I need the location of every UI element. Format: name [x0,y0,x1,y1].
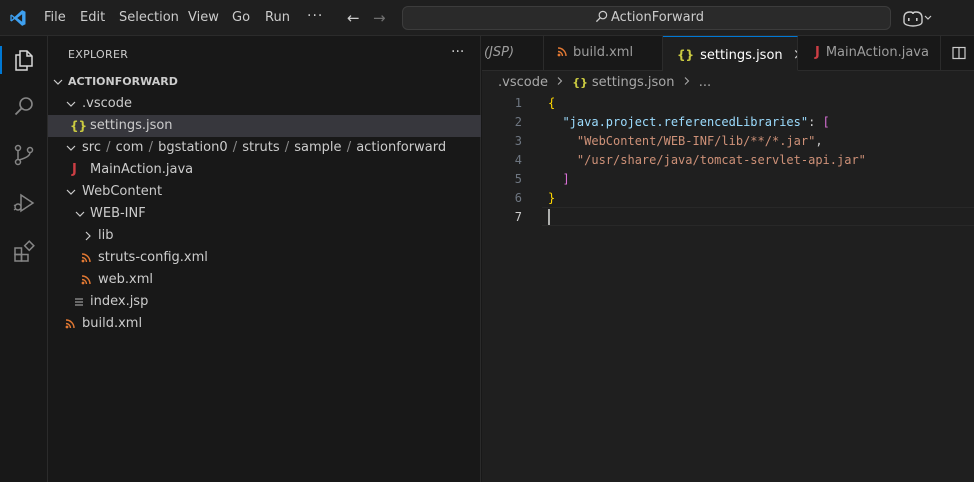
activity-bar [0,36,48,482]
tab-jsp[interactable]: (JSP) [482,36,544,71]
code-line-1: { [548,96,556,110]
xml-icon [81,247,91,269]
menu-run[interactable]: Run [265,10,290,25]
json-icon: {} [70,119,88,133]
explorer-icon[interactable] [12,48,36,72]
tab-label: settings.json [700,48,783,63]
folder-label: WebContent [82,184,163,199]
folder-label: WEB-INF [90,206,146,221]
chevron-right-icon [80,225,96,247]
line-number: 5 [514,172,522,186]
forward-arrow-icon[interactable]: → [373,9,386,27]
menu-selection[interactable]: Selection [119,10,179,25]
tree-root-folder[interactable]: ACTIONFORWARD [48,71,481,93]
menu-view[interactable]: View [188,10,219,25]
json-icon: {} [677,48,695,62]
tab-settings-json[interactable]: {}settings.json × [663,36,798,71]
tree-file-index-jsp[interactable]: index.jsp [48,291,481,313]
breadcrumb-file[interactable]: settings.json [592,75,675,90]
tab-label: (JSP) [484,45,515,60]
split-editor-icon[interactable] [952,46,966,64]
chevron-down-icon [63,181,79,203]
chevron-down-icon [63,137,79,159]
file-label: build.xml [82,316,143,331]
breadcrumb-folder[interactable]: .vscode [498,75,548,90]
line-number: 1 [514,96,522,110]
code-line-3: "WebContent/WEB-INF/lib/**/*.jar", [576,134,823,148]
editor-area[interactable]: .vscode {} settings.json ... 1 2 3 4 5 6 … [482,71,974,482]
tab-label: build.xml [573,45,634,60]
java-icon: J [72,162,77,177]
tab-label: MainAction.java [825,45,929,60]
line-number: 2 [514,115,522,129]
vscode-logo-icon [10,10,26,26]
line-number: 7 [514,210,522,224]
code-line-6: } [548,191,556,205]
menu-go[interactable]: Go [232,10,250,25]
xml-icon [81,269,91,291]
code-line-4: "/usr/share/java/tomcat-servlet-api.jar" [576,153,866,167]
run-debug-icon[interactable] [12,191,36,215]
extensions-icon[interactable] [12,240,36,264]
menu-file[interactable]: File [44,10,66,25]
text-cursor [548,209,550,225]
code-line-5: ] [562,172,570,186]
explorer-more-button[interactable]: ··· [451,44,464,60]
xml-icon [557,47,567,57]
active-indicator [0,46,2,74]
java-icon: J [815,45,820,60]
tree-file-struts-config[interactable]: struts-config.xml [48,247,481,269]
xml-icon [65,313,75,335]
folder-path-label: src / com / bgstation0 / struts / sample… [82,140,447,155]
menu-more-button[interactable]: ··· [307,8,323,24]
line-number: 3 [514,134,522,148]
folder-label: lib [98,228,114,243]
file-label: settings.json [90,118,173,133]
file-label: struts-config.xml [98,250,208,265]
menu-edit[interactable]: Edit [80,10,105,25]
tree-folder-src-path[interactable]: src / com / bgstation0 / struts / sample… [48,137,481,159]
tree-folder-webcontent[interactable]: WebContent [48,181,481,203]
explorer-sidebar: EXPLORER ··· ACTIONFORWARD .vscode {} se… [48,36,481,482]
tree-folder-vscode[interactable]: .vscode [48,93,481,115]
back-arrow-icon[interactable]: ← [347,9,360,27]
tab-build-xml[interactable]: build.xml [544,36,663,71]
file-label: index.jsp [90,294,149,309]
root-folder-label: ACTIONFORWARD [68,75,178,88]
chevron-down-icon [50,71,66,93]
chevron-right-icon [684,77,689,85]
tree-folder-lib[interactable]: lib [48,225,481,247]
search-text: ActionForward [611,10,704,25]
tree-file-web-xml[interactable]: web.xml [48,269,481,291]
tree-folder-webinf[interactable]: WEB-INF [48,203,481,225]
source-control-icon[interactable] [12,143,36,167]
folder-label: .vscode [82,96,132,111]
current-line-highlight [542,207,974,226]
json-icon: {} [572,76,588,89]
tree-file-settings-json[interactable]: {} settings.json [48,115,481,137]
line-number: 4 [514,153,522,167]
tab-mainaction-java[interactable]: J MainAction.java [798,36,941,71]
code-line-2: "java.project.referencedLibraries": [ [562,115,830,129]
chevron-down-icon [72,203,88,225]
breadcrumb-more[interactable]: ... [699,75,711,90]
search-icon[interactable] [12,95,36,119]
chevron-down-icon [63,93,79,115]
file-label: web.xml [98,272,153,287]
tree-file-build-xml[interactable]: build.xml [48,313,481,335]
explorer-title: EXPLORER [68,48,129,61]
breadcrumb: .vscode {} settings.json ... [498,75,711,90]
jsp-file-icon [74,291,84,313]
search-icon [595,10,608,23]
editor-tabs: (JSP) build.xml {}settings.json × JMainA… [482,36,974,71]
title-bar: File Edit Selection View Go Run ··· ← → … [0,0,974,36]
copilot-icon[interactable] [902,9,932,27]
tree-file-mainaction-java[interactable]: J MainAction.java [48,159,481,181]
command-center-search[interactable]: ActionForward [402,6,891,30]
line-number: 6 [514,191,522,205]
file-label: MainAction.java [90,162,194,177]
chevron-right-icon [557,77,563,85]
